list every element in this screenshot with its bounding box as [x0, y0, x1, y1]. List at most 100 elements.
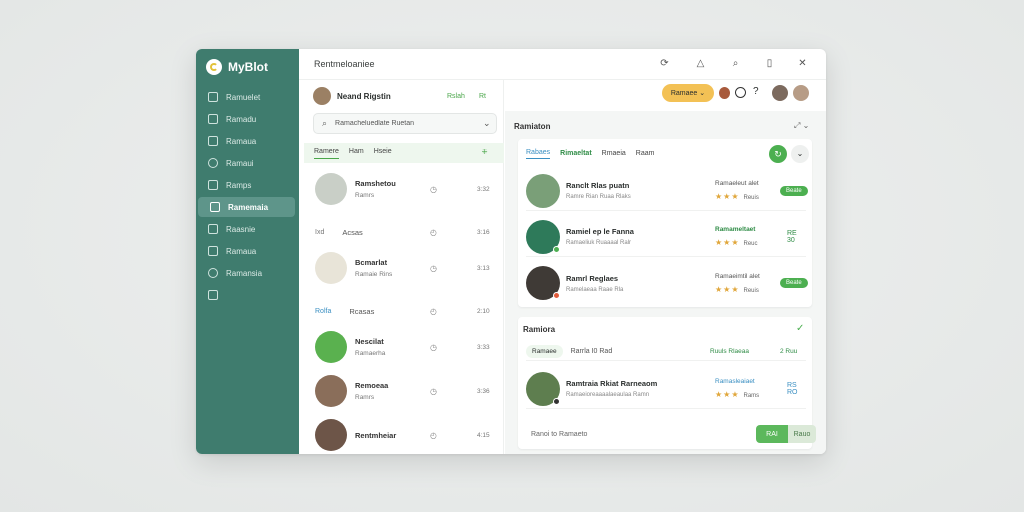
user-link-icon[interactable]: Rt — [479, 93, 486, 100]
row-thumbnail — [526, 219, 560, 254]
user-link[interactable]: Rslah — [447, 93, 465, 100]
sidebar-item-9[interactable] — [196, 285, 296, 305]
item-title: Rcasas — [349, 306, 375, 316]
list-item[interactable]: Rolfa Rcasas ◴ 2:10 — [304, 292, 502, 330]
bell-icon[interactable]: △ — [695, 58, 706, 69]
row-title: Ramiel ep le Fanna — [566, 227, 634, 236]
search-icon[interactable]: ⌕ — [730, 58, 741, 69]
result-row[interactable]: Ramtraia Rkiat Rarneaom Ramaeioreaaaalaea… — [526, 369, 806, 409]
secondary-button[interactable]: Rauo — [788, 425, 816, 443]
status-ring-icon[interactable] — [735, 87, 746, 98]
item-subtitle: Ramaerha — [355, 350, 386, 357]
item-time: 3:33 — [477, 343, 490, 351]
card-title: Ramiora — [523, 325, 556, 334]
tab-0[interactable]: Ramere — [314, 148, 339, 159]
search-box[interactable]: ⌕ ⌄ — [313, 113, 497, 134]
secondary-card: Ramiora ✓ Ramaee Rarrla I0 Rad Ruuls Rla… — [518, 317, 816, 449]
sidebar-item-label: Ramaua — [226, 136, 257, 146]
clipboard-icon[interactable]: ▯ — [764, 58, 775, 69]
row-thumbnail — [526, 371, 560, 406]
sidebar-item-2[interactable]: Ramaua — [196, 131, 296, 151]
list-item[interactable]: Bcmarlat Ramaie Rins ◷ 3:13 — [304, 249, 502, 287]
check-icon[interactable]: ✓ — [796, 323, 804, 334]
app-window: MyBlot Ramuelet Ramadu Ramaua Ramaui Ram… — [196, 49, 826, 454]
result-row[interactable]: Ranclt Rlas puatn Ramre Rian Ruaa Rlaks R… — [526, 171, 808, 211]
participant-avatar[interactable] — [772, 85, 788, 101]
help-icon[interactable]: ? — [753, 86, 759, 97]
list-tabs: Ramere Ham Hseie ⁜ — [304, 143, 504, 163]
refresh-icon[interactable]: ⟳ — [659, 58, 670, 69]
header-pill-button[interactable]: Ramaee ⌄ — [662, 84, 714, 102]
filter-chip[interactable]: Ramaee — [526, 345, 563, 358]
item-subtitle: Ramrs — [355, 394, 375, 401]
primary-button[interactable]: RAI — [756, 425, 788, 443]
row-label: Ramaeimtil alet — [715, 272, 760, 280]
chevron-down-icon[interactable]: ⌄ — [483, 118, 491, 129]
item-time: 2:10 — [477, 307, 490, 315]
window-title: Rentmeloaniee — [314, 59, 375, 69]
table-icon — [208, 180, 218, 190]
sidebar-item-0[interactable]: Ramuelet — [196, 87, 296, 107]
card-tab-3[interactable]: Raam — [636, 150, 655, 159]
clock-icon[interactable]: ◴ — [430, 307, 437, 316]
attachment-icon[interactable]: ◷ — [430, 264, 437, 273]
check-circle-icon — [208, 158, 218, 168]
tab-2[interactable]: Hseie — [374, 148, 392, 158]
star-rating: ★★★ Reuis — [715, 284, 759, 294]
top-bar: Rentmeloaniee ⟳ △ ⌕ ▯ ✕ — [299, 49, 826, 80]
item-title: Nescilat — [355, 337, 384, 346]
row-title: Ranclt Rlas puatn — [566, 181, 630, 190]
sidebar-item-8[interactable]: Ramansia — [196, 263, 296, 283]
status-pill[interactable]: Beate — [780, 185, 808, 196]
sidebar-item-3[interactable]: Ramaui — [196, 153, 296, 173]
item-title: Acsas — [342, 227, 363, 237]
clock-icon[interactable]: ◴ — [430, 228, 437, 237]
list-item[interactable]: Ixd Acsas ◴ 3:16 — [304, 213, 502, 251]
results-card: Rabaes Rimaeltat Rmaeia Raam ↻ ⌄ Ranclt … — [518, 139, 812, 307]
sidebar-item-5[interactable]: Ramemaia — [198, 197, 295, 217]
sidebar-item-1[interactable]: Ramadu — [196, 109, 296, 129]
filter-icon[interactable]: ⁜ — [482, 148, 488, 159]
item-time: 4:15 — [477, 431, 490, 439]
chevron-down-icon: ⌄ — [699, 90, 706, 97]
list-item[interactable]: Rentmheiar ◴ 4:15 — [304, 416, 502, 454]
brand[interactable]: MyBlot — [206, 58, 268, 76]
brand-name: MyBlot — [228, 60, 268, 74]
search-input[interactable] — [335, 120, 476, 127]
row-subtitle: Ramre Rian Ruaa Rlaks — [566, 194, 631, 200]
close-icon[interactable]: ✕ — [797, 58, 808, 69]
chevron-down-icon[interactable]: ⌄ — [791, 145, 809, 163]
card-tab-1[interactable]: Rimaeltat — [560, 150, 592, 159]
status-dot — [553, 397, 560, 405]
list-item[interactable]: Nescilat Ramaerha ◷ 3:33 — [304, 328, 502, 366]
sidebar-item-6[interactable]: Raasnie — [196, 219, 296, 239]
refresh-button[interactable]: ↻ — [769, 145, 787, 163]
sidebar-item-7[interactable]: Ramaua — [196, 241, 296, 261]
expand-icon[interactable]: ⤢ ⌄ — [794, 121, 809, 131]
settings-icon — [208, 268, 218, 278]
list-item[interactable]: Ramshetou Ramrs ◷ 3:32 — [304, 170, 502, 208]
star-rating: ★★★ Reuc — [715, 238, 758, 247]
footer-text: Ranoi to Ramaeto — [531, 431, 588, 438]
clock-icon[interactable]: ◴ — [430, 431, 437, 440]
participant-avatar[interactable] — [719, 87, 730, 99]
result-row[interactable]: Ramiel ep le Fanna Ramaeliuk Ruaaaal Ralr… — [526, 217, 806, 257]
attachment-icon[interactable]: ◷ — [430, 343, 437, 352]
attachment-icon[interactable]: ◷ — [430, 387, 437, 396]
row-subtitle: Ramelaeaa Raae Rla — [566, 286, 624, 293]
participant-avatar[interactable] — [793, 85, 809, 101]
attachment-icon[interactable]: ◷ — [430, 185, 437, 194]
list-item[interactable]: Remoeaa Ramrs ◷ 3:36 — [304, 372, 502, 410]
tab-1[interactable]: Ham — [349, 148, 364, 158]
status-pill[interactable]: Beate — [780, 278, 808, 288]
card-tab-0[interactable]: Rabaes — [526, 149, 551, 159]
profile-icon — [210, 202, 220, 212]
row-label: Ramasleaiaet — [715, 378, 755, 385]
card-tab-2[interactable]: Rmaeia — [602, 150, 626, 159]
item-title: Bcmarlat — [355, 258, 388, 267]
filter-right-count: 2 Ruu — [780, 348, 798, 355]
item-avatar — [315, 419, 347, 451]
current-user[interactable]: Neand Rigstin Rslah Rt — [313, 86, 498, 106]
result-row[interactable]: Ramrl Reglaes Ramelaeaa Raae Rla Ramaeimt… — [526, 263, 808, 303]
sidebar-item-4[interactable]: Ramps — [196, 175, 296, 195]
